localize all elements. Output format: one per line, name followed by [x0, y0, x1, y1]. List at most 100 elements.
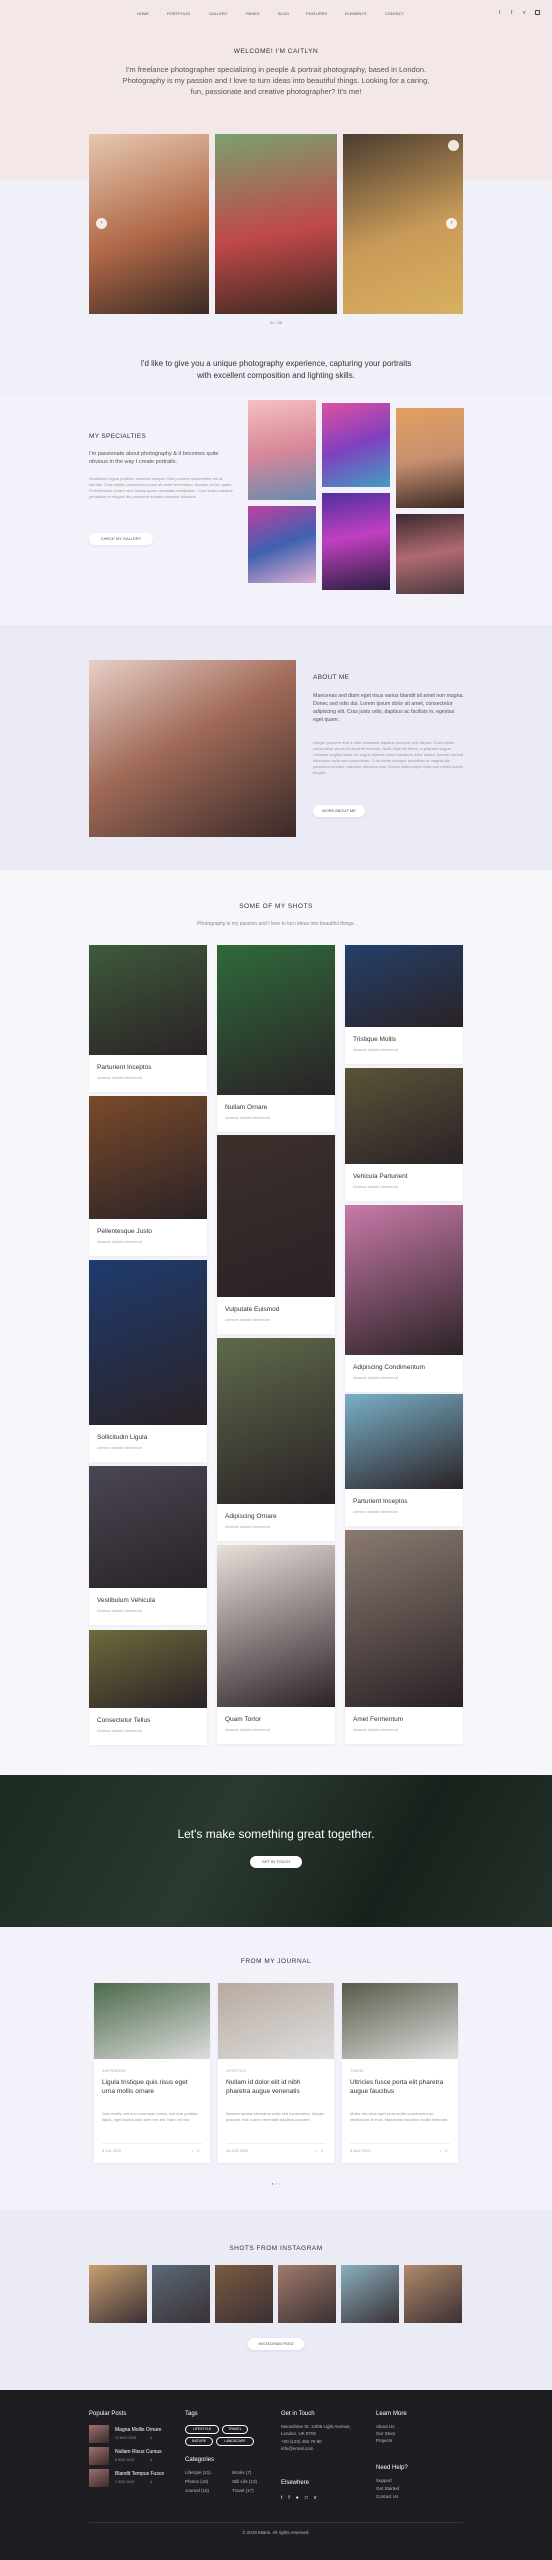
instagram-section-background — [0, 2210, 552, 2390]
shot-subtitle: Aenean lacinia bibendum — [225, 1524, 270, 1529]
category-works[interactable]: Works (7) — [232, 2470, 251, 2475]
popular-posts-title: Popular Posts — [89, 2411, 127, 2417]
vimeo-icon[interactable]: v — [523, 10, 526, 16]
journal-post-title[interactable]: Ligula tristique quis risus eget urna mo… — [102, 2079, 202, 2096]
journal-pagination[interactable]: ● ○ ○ — [266, 2181, 286, 2186]
shot-image — [345, 1394, 463, 1489]
tag-landscape[interactable]: LANDSCAPE — [216, 2437, 254, 2446]
facebook-icon[interactable]: f — [288, 2495, 295, 2501]
tag-nature[interactable]: NATURE — [185, 2437, 213, 2446]
shot-card[interactable]: Parturient Inceptos Aenean lacinia bibend… — [89, 945, 207, 1092]
shot-image — [217, 1135, 335, 1297]
journal-category[interactable]: LIFESTYLE — [226, 2069, 246, 2073]
learn-projects[interactable]: Projects — [376, 2438, 392, 2443]
nav-portfolio[interactable]: PORTFOLIO — [167, 11, 190, 16]
nav-blog[interactable]: BLOG — [278, 11, 289, 16]
shot-image — [217, 945, 335, 1095]
instagram-photo[interactable] — [278, 2265, 336, 2323]
shot-card[interactable]: Amet Fermentum Aenean lacinia bibendum — [345, 1530, 463, 1744]
shot-card[interactable]: Quam Tortor Aenean lacinia bibendum — [217, 1545, 335, 1744]
popular-post-title[interactable]: Magna Mollis Ornare — [115, 2427, 161, 2433]
journal-post-title[interactable]: Nullam id dolor elit id nibh pharetra au… — [226, 2079, 326, 2096]
nav-contact[interactable]: CONTACT — [385, 11, 404, 16]
nav-gallery[interactable]: GALLERY — [209, 11, 227, 16]
journal-card[interactable]: LIFESTYLE Nullam id dolor elit id nibh ph… — [218, 1983, 334, 2163]
about-photo — [89, 660, 296, 837]
help-contact-us[interactable]: Contact Us — [376, 2494, 398, 2499]
shot-card[interactable]: Vulputate Euismod Aenean lacinia bibendum — [217, 1135, 335, 1334]
nav-elements[interactable]: ELEMENTS — [345, 11, 367, 16]
popular-post-title[interactable]: Blandit Tempus Fusce — [115, 2471, 164, 2477]
slider-image-1 — [89, 134, 209, 314]
shot-card[interactable]: Pellentesque Justo Aenean lacinia bibendu… — [89, 1096, 207, 1256]
instagram-photo[interactable] — [89, 2265, 147, 2323]
elsewhere-title: Elsewhere — [281, 2480, 310, 2486]
instagram-icon[interactable]: □ — [305, 2495, 314, 2501]
tag-lifestyle[interactable]: LIFESTYLE — [185, 2425, 219, 2434]
category-journal[interactable]: Journal (16) — [185, 2488, 209, 2493]
journal-category[interactable]: INSPIRATION — [102, 2069, 126, 2073]
category-still-life[interactable]: Still Life (13) — [232, 2479, 257, 2484]
shot-subtitle: Aenean lacinia bibendum — [97, 1608, 142, 1613]
more-about-button[interactable]: MORE ABOUT ME — [313, 805, 365, 817]
twitter-icon[interactable]: t — [499, 10, 500, 16]
shot-title: Parturient Inceptos — [353, 1498, 408, 1505]
help-get-started[interactable]: Get Started — [376, 2486, 399, 2491]
shot-subtitle: Aenean lacinia bibendum — [225, 1317, 270, 1322]
tag-travel[interactable]: TRAVEL — [222, 2425, 248, 2434]
popular-post-title[interactable]: Nullam Risus Cursus — [115, 2449, 162, 2455]
specialties-title: MY SPECIALTIES — [89, 433, 147, 440]
instagram-photo[interactable] — [404, 2265, 462, 2323]
nav-features[interactable]: FEATURES — [306, 11, 327, 16]
learn-our-story[interactable]: Our Story — [376, 2431, 395, 2436]
journal-category[interactable]: TRAVEL — [350, 2069, 365, 2073]
nav-pages[interactable]: PAGES — [246, 11, 260, 16]
instagram-photo[interactable] — [152, 2265, 210, 2323]
journal-post-title[interactable]: Ultricies fusce porta elit pharetra augu… — [350, 2079, 450, 2096]
shot-card[interactable]: Adipiscing Ornare Aenean lacinia bibendum — [217, 1338, 335, 1541]
copyright: © 2019 Miami. All rights reserved. — [242, 2530, 310, 2535]
hero-title: WELCOME! I'M CAITLYN — [233, 48, 319, 55]
shot-card[interactable]: Vestibulum Vehicula Aenean lacinia bibend… — [89, 1466, 207, 1625]
shot-title: Adipiscing Ornare — [225, 1513, 277, 1520]
contact-email[interactable]: info@email.com — [281, 2446, 313, 2451]
popular-post-date: 12 NOV 2019 — [115, 2436, 137, 2440]
help-support[interactable]: Support — [376, 2478, 392, 2483]
nav-home[interactable]: HOME — [137, 11, 149, 16]
get-in-touch-button[interactable]: GET IN TOUCH — [250, 1856, 302, 1868]
category-travel[interactable]: Travel (17) — [232, 2488, 254, 2493]
shot-subtitle: Aenean lacinia bibendum — [353, 1184, 398, 1189]
specialties-lead: I'm passionate about photography & it be… — [89, 451, 219, 465]
shot-card[interactable]: Sollicitudin Ligula Aenean lacinia bibend… — [89, 1260, 207, 1462]
facebook-icon[interactable]: f — [511, 10, 512, 16]
shot-title: Vehicula Parturient — [353, 1173, 408, 1180]
slider-prev-button[interactable]: ‹ — [96, 218, 107, 229]
shot-card[interactable]: Parturient Inceptos Aenean lacinia bibend… — [345, 1394, 463, 1526]
journal-date: 18 JUN 2020 — [226, 2149, 249, 2153]
journal-card[interactable]: TRAVEL Ultricies fusce porta elit pharetr… — [342, 1983, 458, 2163]
slider-zoom-icon[interactable] — [448, 140, 459, 151]
need-help-title: Need Help? — [376, 2465, 408, 2471]
dribbble-icon[interactable]: ● — [296, 2495, 305, 2501]
shot-subtitle: Aenean lacinia bibendum — [225, 1727, 270, 1732]
instagram-feed-button[interactable]: INSTAGRAM FEED — [248, 2338, 304, 2350]
shot-card[interactable]: Consectetur Tellus Aenean lacinia bibendu… — [89, 1630, 207, 1745]
vimeo-icon[interactable]: v — [314, 2495, 323, 2501]
shot-card[interactable]: Vehicula Parturient Aenean lacinia bibend… — [345, 1068, 463, 1201]
shot-card[interactable]: Adipiscing Condimentum Aenean lacinia bib… — [345, 1205, 463, 1392]
instagram-icon[interactable] — [535, 10, 540, 15]
shot-card[interactable]: Nullam Ornare Aenean lacinia bibendum — [217, 945, 335, 1132]
instagram-photo[interactable] — [215, 2265, 273, 2323]
popular-post-date: 2 NOV 2019 — [115, 2480, 135, 2484]
shot-card[interactable]: Tristique Mollis Aenean lacinia bibendum — [345, 945, 463, 1064]
category-photos[interactable]: Photos (19) — [185, 2479, 208, 2484]
about-title: ABOUT ME — [313, 674, 350, 681]
comment-icon: ▪ — [192, 2149, 194, 2153]
check-gallery-button[interactable]: CHECK MY GALLERY — [89, 533, 153, 545]
slider-next-button[interactable]: › — [446, 218, 457, 229]
learn-about-us[interactable]: About Us — [376, 2424, 395, 2429]
journal-card[interactable]: INSPIRATION Ligula tristique quis risus e… — [94, 1983, 210, 2163]
instagram-photo[interactable] — [341, 2265, 399, 2323]
shot-subtitle: Aenean lacinia bibendum — [353, 1509, 398, 1514]
category-lifestyle[interactable]: Lifestyle (21) — [185, 2470, 211, 2475]
